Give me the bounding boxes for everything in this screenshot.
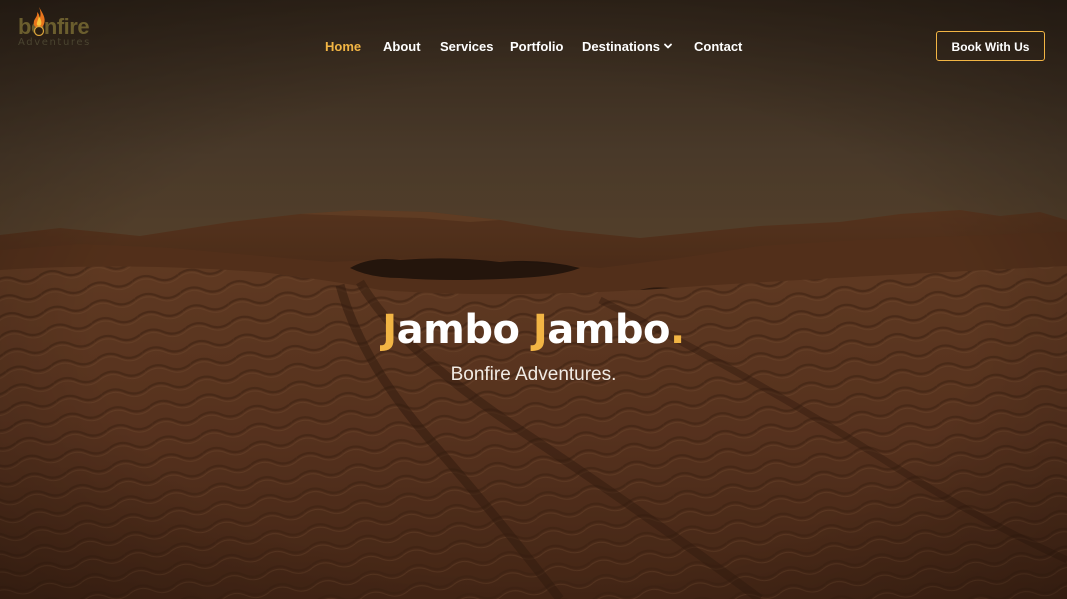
hero-title-accent-2: J (532, 307, 548, 353)
nav-about[interactable]: About (383, 38, 421, 56)
book-with-us-button[interactable]: Book With Us (936, 31, 1045, 61)
nav-destinations-label: Destinations (582, 39, 661, 54)
nav-contact[interactable]: Contact (694, 38, 742, 56)
hero-title-accent-1: J (382, 307, 397, 353)
nav-services[interactable]: Services (440, 38, 494, 56)
hero-subtitle: Bonfire Adventures. (450, 364, 617, 385)
hero-title-dot: . (670, 307, 685, 353)
hero-title-text-1: ambo (396, 307, 533, 353)
logo-wordmark: bonfire (18, 14, 90, 39)
hero-title: Jambo Jambo. (0, 305, 1067, 355)
hero-section: bonfire Adventures Home About Services P… (0, 0, 1067, 599)
flame-icon (33, 7, 45, 36)
chevron-down-icon (664, 43, 672, 49)
hero-title-text-2: ambo (547, 307, 671, 353)
nav-portfolio[interactable]: Portfolio (510, 38, 563, 56)
nav-destinations[interactable]: Destinations (582, 38, 672, 56)
nav-home[interactable]: Home (325, 38, 361, 56)
hero-dark-overlay (0, 0, 1067, 599)
main-navigation: Home About Services Portfolio Destinatio… (0, 38, 1067, 56)
